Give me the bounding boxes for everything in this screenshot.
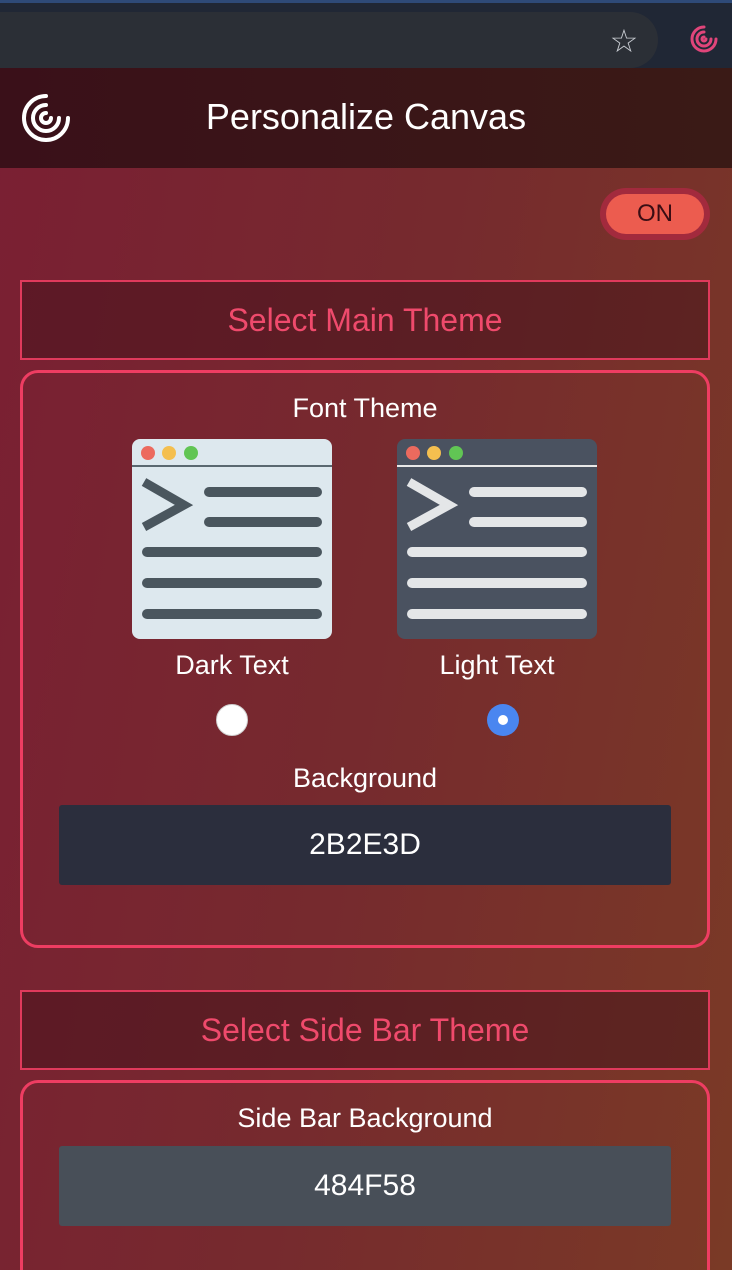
background-label: Background [292,763,438,793]
font-theme-label: Font Theme [292,393,438,423]
bookmark-star-icon[interactable]: ☆ [606,23,642,59]
extension-popup: Personalize Canvas ON Select Main Theme … [0,68,732,1270]
light-text-radio[interactable] [487,704,519,736]
power-toggle[interactable]: ON [600,188,710,240]
light-text-preview-icon[interactable] [397,439,597,639]
dark-text-preview-icon[interactable] [132,439,332,639]
canvas-extension-icon[interactable] [686,21,722,57]
browser-toolbar: ☆ [0,0,732,68]
dark-text-radio[interactable] [216,704,248,736]
main-theme-section-header[interactable]: Select Main Theme [20,280,710,360]
dark-text-label: Dark Text [175,650,289,680]
side-bar-theme-panel: Side Bar Background 484F58 [20,1080,710,1270]
light-text-label: Light Text [439,650,555,680]
side-bar-background-color-input[interactable]: 484F58 [59,1146,671,1226]
popup-header: Personalize Canvas [0,68,732,168]
side-bar-background-label: Side Bar Background [237,1103,493,1133]
main-theme-panel: Font Theme Dark Text Light Text Backgrou… [20,370,710,948]
toggle-label: ON [606,194,704,234]
background-color-input[interactable]: 2B2E3D [59,805,671,885]
address-bar[interactable] [0,12,658,68]
side-bar-theme-section-header[interactable]: Select Side Bar Theme [20,990,710,1070]
page-title: Personalize Canvas [205,96,527,137]
